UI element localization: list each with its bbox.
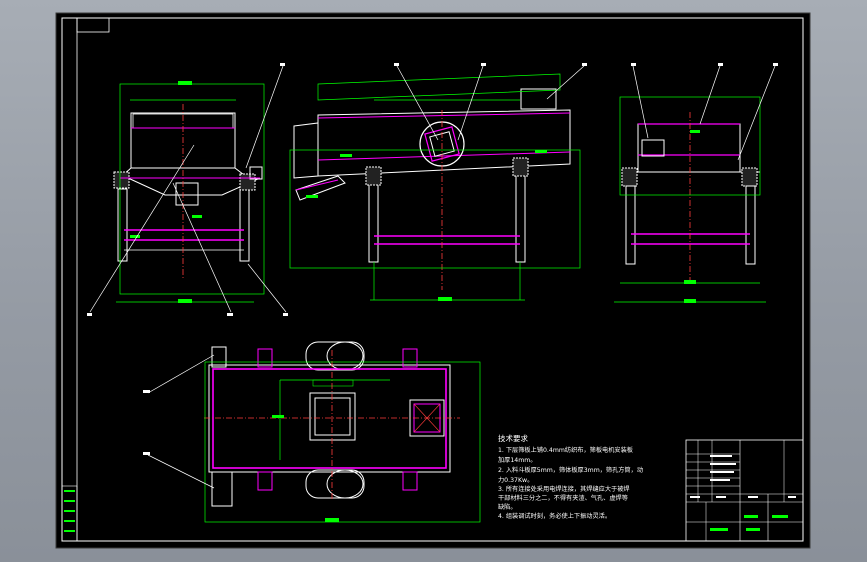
- tech-req-line: 缺陷。: [498, 503, 517, 511]
- tech-req-line: 力0.37Kw。: [498, 476, 533, 484]
- tech-req-line: 3. 所有连接处采用电焊连接，其焊缝应大于被焊: [498, 485, 630, 493]
- tech-req-heading: 技术要求: [498, 433, 528, 443]
- cad-viewport: 技术要求 1. 下层筛板上铺0.4mm纺织布，筛板电机安装板 加厚14mm。 2…: [0, 0, 867, 562]
- cad-drawing-canvas: 技术要求 1. 下层筛板上铺0.4mm纺织布，筛板电机安装板 加厚14mm。 2…: [55, 12, 811, 549]
- tech-req-line: 加厚14mm。: [498, 456, 537, 464]
- tech-req-line: 1. 下层筛板上铺0.4mm纺织布，筛板电机安装板: [498, 446, 633, 454]
- tech-req-line: 2. 入料斗板厚5mm，筛体板厚3mm，筛孔方筒，动: [498, 466, 643, 474]
- tech-req-line: 干部材料三分之二，不得有夹渣、气孔、虚焊等: [498, 494, 628, 502]
- tech-req-line: 4. 组装调试时刻，务必使上下振动灵活。: [498, 512, 611, 520]
